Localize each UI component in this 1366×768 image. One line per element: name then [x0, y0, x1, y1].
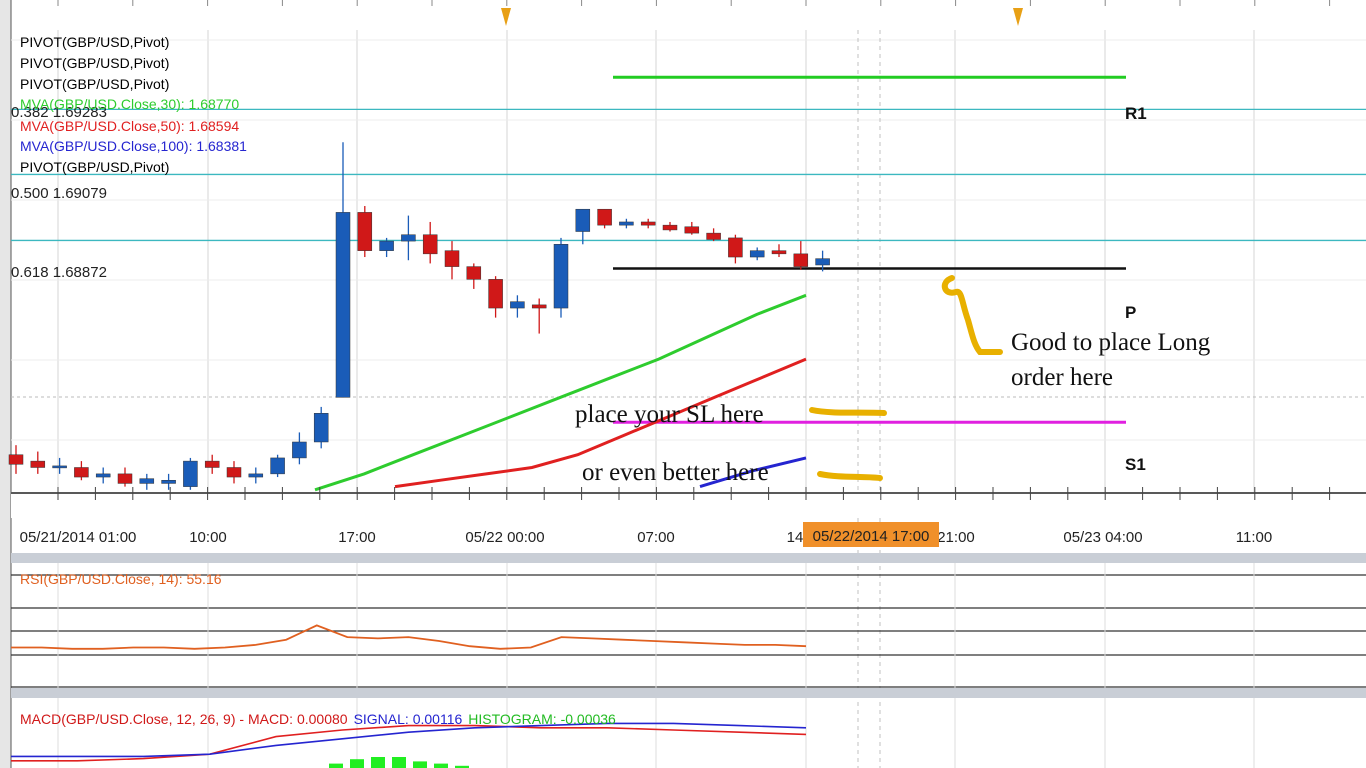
candle-body: [749, 250, 765, 258]
annotation-sl-better: or even better here: [582, 459, 769, 486]
candle-body: [422, 234, 438, 255]
candle-body: [74, 467, 89, 478]
sl-better-marker-icon: [817, 471, 883, 481]
fib-label-0500: 0.500 1.69079: [11, 185, 107, 202]
candle-body: [161, 479, 176, 484]
candle-body: [52, 465, 67, 469]
pivot-label-s1: S1: [1125, 455, 1146, 474]
candle-body: [597, 208, 612, 226]
legend-pivot-1: PIVOT(GBP/USD,Pivot): [20, 34, 169, 50]
pivot-label-p: P: [1125, 303, 1136, 322]
time-axis-label: 17:00: [338, 529, 376, 546]
candle-body: [30, 460, 46, 468]
candle-body: [640, 221, 656, 226]
time-axis-label: 07:00: [637, 529, 675, 546]
time-highlight-label: 05/22/2014 17:00: [813, 528, 930, 545]
time-axis-labels: 05/21/2014 01:00 10:00 17:00 05/22 00:00 07:…: [20, 529, 1273, 546]
candle-body: [575, 208, 591, 232]
time-axis-band: [11, 492, 1366, 518]
legend-pivot-3: PIVOT(GBP/USD,Pivot): [20, 76, 169, 92]
candle-body: [313, 413, 329, 443]
candle-body: [248, 473, 264, 478]
legend-pivot-2: PIVOT(GBP/USD,Pivot): [20, 55, 169, 71]
candle-body: [335, 212, 351, 398]
chart-root: 05/21/2014 01:00 10:00 17:00 05/22 00:00 07:…: [0, 0, 1366, 768]
candle-body: [553, 244, 569, 309]
candle-body: [139, 478, 155, 484]
legend-mva-30: MVA(GBP/USD.Close,30): 1.68770: [20, 96, 239, 112]
annotation-long-1: Good to place Long: [1011, 329, 1211, 356]
left-gutter: [0, 0, 11, 768]
candle-body: [270, 457, 285, 475]
fib-label-0618: 0.618 1.68872: [11, 264, 107, 281]
legend-pivot-4: PIVOT(GBP/USD,Pivot): [20, 159, 169, 175]
candle-body: [204, 460, 220, 468]
time-axis-label: 05/23 04:00: [1063, 529, 1142, 546]
candle-body: [728, 237, 743, 258]
annotation-sl: place your SL here: [575, 401, 764, 428]
candle-body: [619, 221, 634, 226]
candle-body: [183, 460, 198, 487]
macd-histogram-bar: [371, 757, 385, 768]
candle-body: [684, 226, 700, 234]
macd-histogram-bar: [350, 759, 364, 768]
macd-histogram-bar: [329, 763, 343, 768]
macd-histogram-bar: [413, 761, 427, 768]
candle-body: [510, 301, 525, 309]
time-axis-label: 10:00: [189, 529, 227, 546]
candle-body: [357, 212, 373, 251]
candle-body: [292, 441, 307, 459]
time-axis-label: 21:00: [937, 529, 975, 546]
macd-histogram-bar: [392, 757, 406, 768]
chart-background: [0, 0, 1366, 768]
sl-marker-icon: [809, 407, 887, 416]
candle-body: [466, 266, 482, 280]
candle-body: [531, 304, 547, 309]
candle-body: [771, 250, 787, 255]
time-axis-label: 14: [787, 529, 804, 546]
candle-body: [662, 224, 678, 231]
candle-body: [401, 234, 416, 242]
candle-body: [117, 473, 133, 484]
rsi-splitter[interactable]: [11, 553, 1366, 563]
candle-body: [793, 253, 809, 267]
candle-body: [444, 250, 460, 267]
pivot-label-r1: R1: [1125, 104, 1147, 123]
macd-label-histogram: HISTOGRAM: -0.00036: [468, 711, 616, 727]
macd-label-signal: SIGNAL: 0.00116: [354, 711, 463, 727]
candle-body: [379, 240, 394, 251]
candle-body: [8, 454, 24, 465]
legend-mva-50: MVA(GBP/USD.Close,50): 1.68594: [20, 118, 239, 134]
macd-label: MACD(GBP/USD.Close, 12, 26, 9) - MACD: 0…: [20, 711, 616, 727]
candle-body: [815, 258, 830, 266]
candle-body: [226, 467, 242, 478]
candle-body: [95, 473, 111, 478]
legend-mva-100: MVA(GBP/USD.Close,100): 1.68381: [20, 138, 247, 154]
macd-histogram-bar: [434, 763, 448, 768]
rsi-label: RSI(GBP/USD.Close, 14): 55.16: [20, 571, 222, 587]
time-axis-label: 11:00: [1236, 529, 1272, 546]
candle-body: [706, 232, 721, 240]
time-axis-label: 05/21/2014 01:00: [20, 529, 137, 546]
candle-body: [488, 279, 503, 309]
annotation-long-2: order here: [1011, 364, 1113, 391]
time-axis-label: 05/22 00:00: [465, 529, 544, 546]
macd-splitter[interactable]: [11, 688, 1366, 698]
macd-label-main: MACD(GBP/USD.Close, 12, 26, 9) - MACD: 0…: [20, 711, 348, 727]
